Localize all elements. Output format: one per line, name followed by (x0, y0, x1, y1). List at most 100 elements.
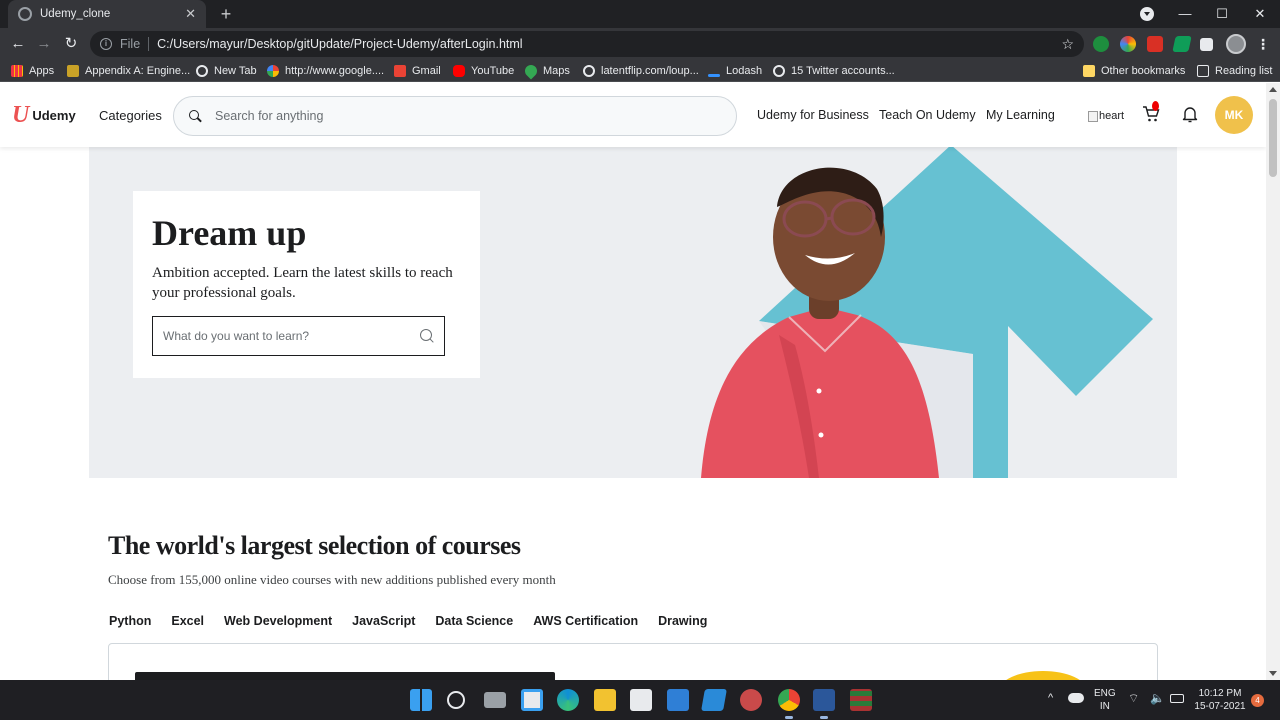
chrome-icon[interactable] (778, 689, 800, 719)
course-panel-heading-cutoff (135, 672, 555, 680)
bookmark-label: 15 Twitter accounts... (791, 65, 895, 77)
onedrive-cloud-icon[interactable] (1068, 693, 1084, 703)
extension-icon[interactable] (1172, 36, 1192, 52)
mail-icon[interactable] (667, 689, 689, 711)
page-scrollbar[interactable] (1266, 83, 1280, 680)
winrar-icon[interactable] (850, 689, 872, 711)
volume-icon[interactable]: 🔈 (1150, 692, 1165, 705)
bookmark-star-icon[interactable]: ☆ (1061, 36, 1074, 53)
bookmark-item[interactable]: latentflip.com/loup... (583, 63, 699, 79)
tab-search-icon[interactable] (1140, 7, 1154, 21)
minimize-button[interactable]: — (1166, 0, 1204, 28)
google-icon (267, 65, 279, 77)
color-picker-extension-icon[interactable] (1120, 36, 1136, 52)
tab-close-icon[interactable]: ✕ (185, 6, 196, 22)
categories-menu[interactable]: Categories (99, 108, 162, 123)
info-icon[interactable]: i (100, 38, 112, 50)
globe-icon (196, 65, 208, 77)
apps-grid-icon (11, 65, 23, 77)
tab-excel[interactable]: Excel (171, 614, 204, 628)
url-text[interactable]: C:/Users/mayur/Desktop/gitUpdate/Project… (157, 37, 1061, 51)
clock[interactable]: 10:12 PM 15-07-2021 (1194, 687, 1246, 713)
browser-toolbar: ← → ↻ i File C:/Users/mayur/Desktop/gitU… (0, 28, 1280, 60)
bookmark-label: Reading list (1215, 65, 1273, 77)
scrollbar-thumb[interactable] (1269, 99, 1277, 177)
teach-on-udemy-link[interactable]: Teach On Udemy (879, 108, 976, 122)
clock-time: 10:12 PM (1198, 688, 1242, 699)
tab-aws-certification[interactable]: AWS Certification (533, 614, 638, 628)
udemy-for-business-link[interactable]: Udemy for Business (757, 108, 869, 122)
screenshot-extension-icon[interactable] (1147, 36, 1163, 52)
bookmark-item[interactable]: New Tab (196, 63, 257, 79)
cart-icon[interactable] (1142, 101, 1160, 123)
my-learning-link[interactable]: My Learning (986, 108, 1055, 122)
file-explorer-icon[interactable] (594, 689, 616, 711)
user-avatar[interactable]: MK (1215, 96, 1253, 134)
folder-icon (1083, 65, 1095, 77)
battery-icon[interactable] (1170, 694, 1184, 703)
bookmark-item[interactable]: Gmail (394, 63, 441, 79)
wishlist-heart-icon[interactable]: heart (1088, 110, 1124, 122)
bookmark-label: http://www.google.... (285, 65, 385, 77)
bookmark-item[interactable]: Lodash (708, 63, 762, 79)
extension-icon[interactable] (1093, 36, 1109, 52)
bookmarks-bar: Apps Appendix A: Engine... New Tab http:… (0, 60, 1280, 82)
close-window-button[interactable]: ✕ (1241, 0, 1279, 28)
profile-avatar[interactable] (1226, 34, 1246, 54)
bookmark-item[interactable]: YouTube (453, 63, 514, 79)
reading-list[interactable]: Reading list (1197, 63, 1272, 79)
task-view-icon[interactable] (484, 692, 506, 708)
scroll-up-arrow-icon[interactable] (1269, 87, 1277, 92)
bookmark-other[interactable]: Other bookmarks (1083, 63, 1185, 79)
vscode-icon[interactable] (701, 689, 727, 711)
browser-tab[interactable]: Udemy_clone ✕ (8, 0, 206, 28)
maximize-button[interactable]: ☐ (1203, 0, 1241, 28)
hero-subtitle: Ambition accepted. Learn the latest skil… (152, 265, 453, 301)
wifi-icon[interactable]: ⌔ (1128, 692, 1139, 705)
hero-search-input[interactable] (163, 329, 420, 343)
chevron-up-icon[interactable]: ^ (1048, 692, 1053, 705)
tab-python[interactable]: Python (109, 614, 151, 628)
edge-icon[interactable] (557, 689, 579, 711)
hero-search-box[interactable] (152, 316, 445, 356)
scroll-down-arrow-icon[interactable] (1269, 671, 1277, 676)
book-icon (67, 65, 79, 77)
bookmark-item[interactable]: 15 Twitter accounts... (773, 63, 895, 79)
back-button[interactable]: ← (8, 34, 28, 54)
app-icon[interactable] (740, 689, 762, 711)
forward-button[interactable]: → (34, 34, 54, 54)
maps-icon (522, 62, 540, 80)
bookmark-item[interactable]: Appendix A: Engine... (67, 63, 190, 79)
notification-bell-icon[interactable] (1182, 105, 1198, 123)
globe-icon (18, 7, 32, 21)
udemy-logo[interactable]: U Udemy (12, 103, 76, 127)
gmail-icon (394, 65, 406, 77)
bookmark-apps[interactable]: Apps (11, 63, 54, 79)
tab-web-development[interactable]: Web Development (224, 614, 332, 628)
notification-count-badge[interactable]: 4 (1251, 694, 1264, 707)
word-icon[interactable] (813, 689, 835, 719)
search-icon[interactable] (420, 329, 434, 343)
region-code: IN (1099, 701, 1110, 712)
header-search-bar[interactable] (173, 96, 737, 136)
reload-button[interactable]: ↻ (61, 34, 81, 54)
store-icon[interactable] (630, 689, 652, 711)
language-indicator[interactable]: ENG IN (1094, 687, 1116, 713)
search-icon[interactable] (447, 691, 465, 709)
new-tab-button[interactable]: + (216, 4, 236, 24)
puzzle-icon[interactable] (1200, 38, 1213, 51)
clock-date: 15-07-2021 (1194, 701, 1246, 712)
udemy-logo-text: Udemy (32, 107, 76, 123)
tab-drawing[interactable]: Drawing (658, 614, 707, 628)
menu-icon[interactable]: ⋮ (1256, 34, 1270, 54)
bookmark-label: Other bookmarks (1101, 65, 1186, 77)
bookmark-item[interactable]: Maps (522, 62, 570, 80)
bookmark-item[interactable]: http://www.google.... (267, 63, 384, 79)
start-windows-icon[interactable] (410, 689, 432, 711)
search-icon[interactable] (189, 110, 201, 122)
tab-javascript[interactable]: JavaScript (352, 614, 415, 628)
tab-data-science[interactable]: Data Science (435, 614, 513, 628)
search-input[interactable] (215, 109, 695, 123)
address-bar[interactable]: i File C:/Users/mayur/Desktop/gitUpdate/… (90, 31, 1084, 57)
widgets-icon[interactable] (521, 689, 543, 711)
